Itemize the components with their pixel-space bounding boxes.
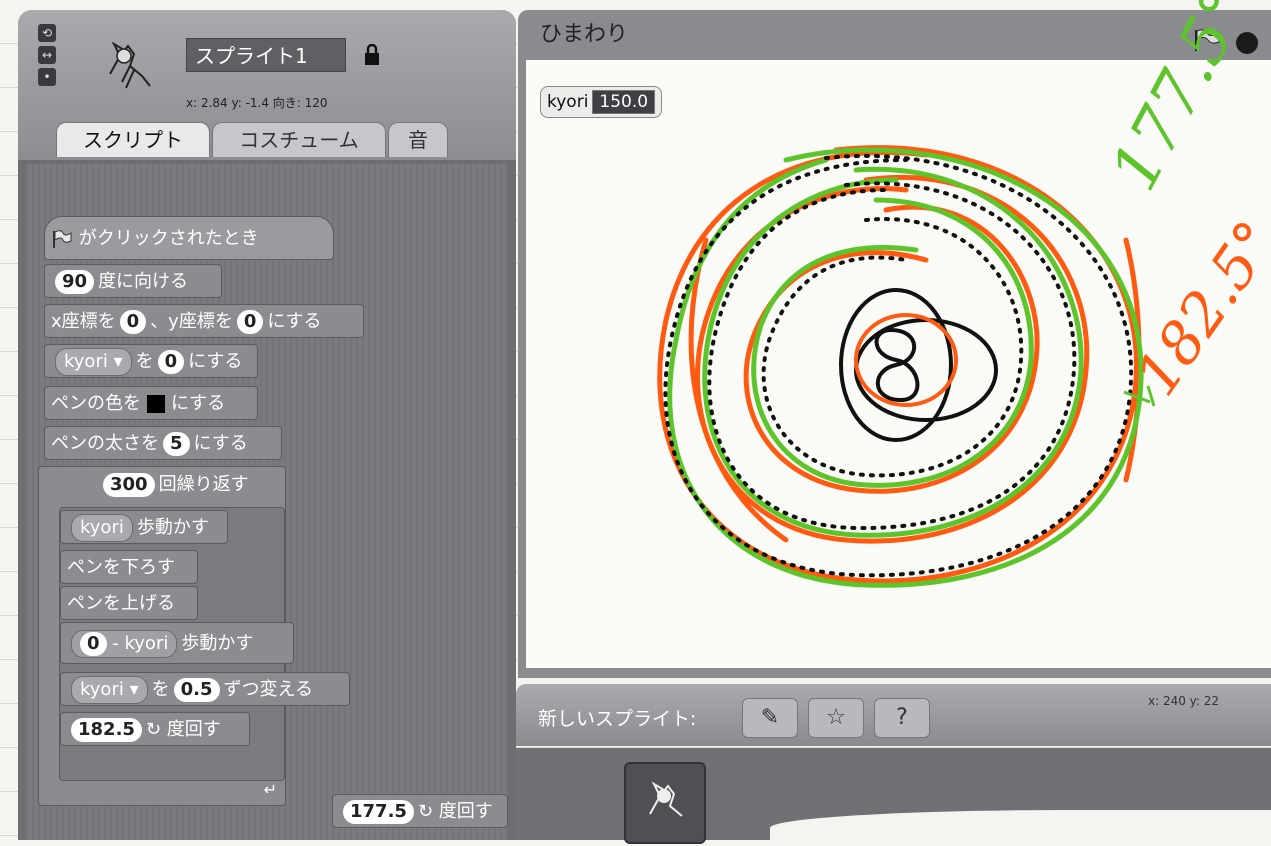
minus-sign: - bbox=[112, 633, 119, 654]
sprite-list-item[interactable] bbox=[624, 762, 706, 844]
dont-rotate-button[interactable]: • bbox=[38, 68, 56, 86]
green-pen-stroke bbox=[1123, 385, 1156, 407]
loose-turn-degrees-input[interactable]: 177.5 bbox=[343, 800, 414, 824]
go-to-xy-block[interactable]: x座標を 0 、y座標を 0 にする bbox=[44, 304, 364, 338]
point-in-direction-block[interactable]: 90 度に向ける bbox=[44, 264, 222, 298]
variable-dropdown[interactable]: kyori ▾ bbox=[55, 348, 132, 376]
goto-x-label: x座標を bbox=[51, 311, 116, 332]
loose-turn-label: 度回す bbox=[438, 801, 493, 822]
set-pen-color-block[interactable]: ペンの色を にする bbox=[44, 386, 258, 420]
pen-up-block[interactable]: ペンを上げる bbox=[60, 586, 198, 620]
cat-sprite-icon bbox=[649, 781, 683, 817]
turn-degrees-input[interactable]: 182.5 bbox=[71, 718, 142, 742]
sprite-position-readout: x: 2.84 y: -1.4 向き: 120 bbox=[186, 96, 328, 110]
new-sprite-label: 新しいスプライト: bbox=[538, 708, 697, 730]
project-title: ひまわり bbox=[540, 22, 629, 47]
variable-monitor-value: 150.0 bbox=[592, 90, 656, 114]
repeat-count-input[interactable]: 300 bbox=[103, 473, 155, 497]
green-flag-icon bbox=[53, 230, 72, 248]
pen-color-suffix: にする bbox=[171, 393, 226, 414]
paint-new-sprite-icon[interactable]: ✎ bbox=[742, 698, 798, 738]
kyori-reporter[interactable]: kyori bbox=[71, 514, 133, 542]
set-variable-block[interactable]: kyori ▾ を 0 にする bbox=[44, 344, 258, 378]
variable-name: kyori bbox=[64, 351, 108, 372]
variable-monitor-name: kyori bbox=[547, 92, 589, 112]
mouse-coordinates: x: 240 y: 22 bbox=[1148, 694, 1220, 708]
move-label: 歩動かす bbox=[136, 517, 209, 538]
subtract-operator[interactable]: 0 - kyori bbox=[71, 630, 178, 658]
goto-suffix: にする bbox=[267, 311, 322, 332]
repeat-label: 回繰り返す bbox=[158, 474, 249, 495]
pen-size-label: ペンの太さを bbox=[51, 433, 159, 454]
turn-right-icon: ↻ bbox=[145, 719, 162, 740]
goto-y-label: 、y座標を bbox=[150, 311, 233, 332]
loose-turn-icon: ↻ bbox=[417, 801, 434, 822]
sprite-info-header: ⟲ ↔ • スプライト1 x: 2.84 y: -1.4 向き: 120 スクリ… bbox=[18, 10, 516, 160]
pen-size-input[interactable]: 5 bbox=[163, 432, 190, 456]
move-steps-block[interactable]: kyori 歩動かす bbox=[60, 510, 228, 544]
tab-costumes[interactable]: コスチューム bbox=[212, 122, 386, 157]
x-input[interactable]: 0 bbox=[119, 310, 147, 334]
change-variable-block[interactable]: kyori ▾ を 0.5 ずつ変える bbox=[60, 672, 350, 706]
set-var-suffix: にする bbox=[188, 351, 243, 372]
loop-arrow-icon: ↵ bbox=[263, 780, 277, 799]
left-right-only-button[interactable]: ↔ bbox=[38, 46, 56, 64]
random-sprite-icon[interactable]: ? bbox=[874, 698, 930, 738]
change-var-name: kyori bbox=[80, 679, 124, 700]
move-minus-steps-block[interactable]: 0 - kyori 歩動かす bbox=[60, 622, 294, 664]
subtract-right-var: kyori bbox=[124, 633, 169, 654]
tab-sounds[interactable]: 音 bbox=[388, 122, 448, 157]
scripts-area[interactable]: がクリックされたとき 90 度に向ける x座標を 0 、y座標を 0 にする kyori … bbox=[26, 164, 508, 840]
turn-right-block[interactable]: 182.5 ↻ 度回す bbox=[60, 712, 250, 746]
loose-turn-right-block[interactable]: 177.5 ↻ 度回す bbox=[332, 794, 508, 828]
move2-label: 歩動かす bbox=[181, 633, 254, 654]
sprite-name-field[interactable]: スプライト1 bbox=[186, 38, 346, 72]
change-label: を bbox=[151, 679, 170, 700]
change-amount-input[interactable]: 0.5 bbox=[173, 678, 220, 702]
pen-color-label: ペンの色を bbox=[51, 393, 141, 414]
pen-down-block[interactable]: ペンを下ろす bbox=[60, 550, 198, 584]
change-var-dropdown[interactable]: kyori ▾ bbox=[71, 676, 148, 704]
pen-color-swatch[interactable] bbox=[147, 395, 165, 413]
y-input[interactable]: 0 bbox=[236, 310, 264, 334]
set-var-label: を bbox=[135, 351, 154, 372]
sprite-editor-panel: ⟲ ↔ • スプライト1 x: 2.84 y: -1.4 向き: 120 スクリ… bbox=[18, 10, 516, 840]
hat-label: がクリックされたとき bbox=[78, 228, 259, 249]
point-dir-label: 度に向ける bbox=[98, 271, 189, 292]
set-var-input[interactable]: 0 bbox=[157, 350, 185, 374]
cat-sprite-thumbnail bbox=[109, 41, 151, 89]
tab-scripts[interactable]: スクリプト bbox=[56, 122, 210, 157]
when-flag-clicked-block[interactable]: がクリックされたとき bbox=[44, 216, 334, 260]
lock-icon[interactable] bbox=[363, 44, 381, 66]
pen-size-suffix: にする bbox=[193, 433, 248, 454]
set-pen-size-block[interactable]: ペンの太さを 5 にする bbox=[44, 426, 282, 460]
import-sprite-icon[interactable]: ☆ bbox=[808, 698, 864, 738]
rotate-all-around-button[interactable]: ⟲ bbox=[38, 24, 56, 42]
turn-label: 度回す bbox=[166, 719, 221, 740]
change-suffix: ずつ変える bbox=[223, 679, 313, 700]
subtract-left-input[interactable]: 0 bbox=[80, 632, 107, 656]
direction-input[interactable]: 90 bbox=[55, 270, 95, 294]
repeat-header: 300 回繰り返す bbox=[99, 471, 249, 499]
variable-monitor: kyori 150.0 bbox=[540, 86, 663, 118]
